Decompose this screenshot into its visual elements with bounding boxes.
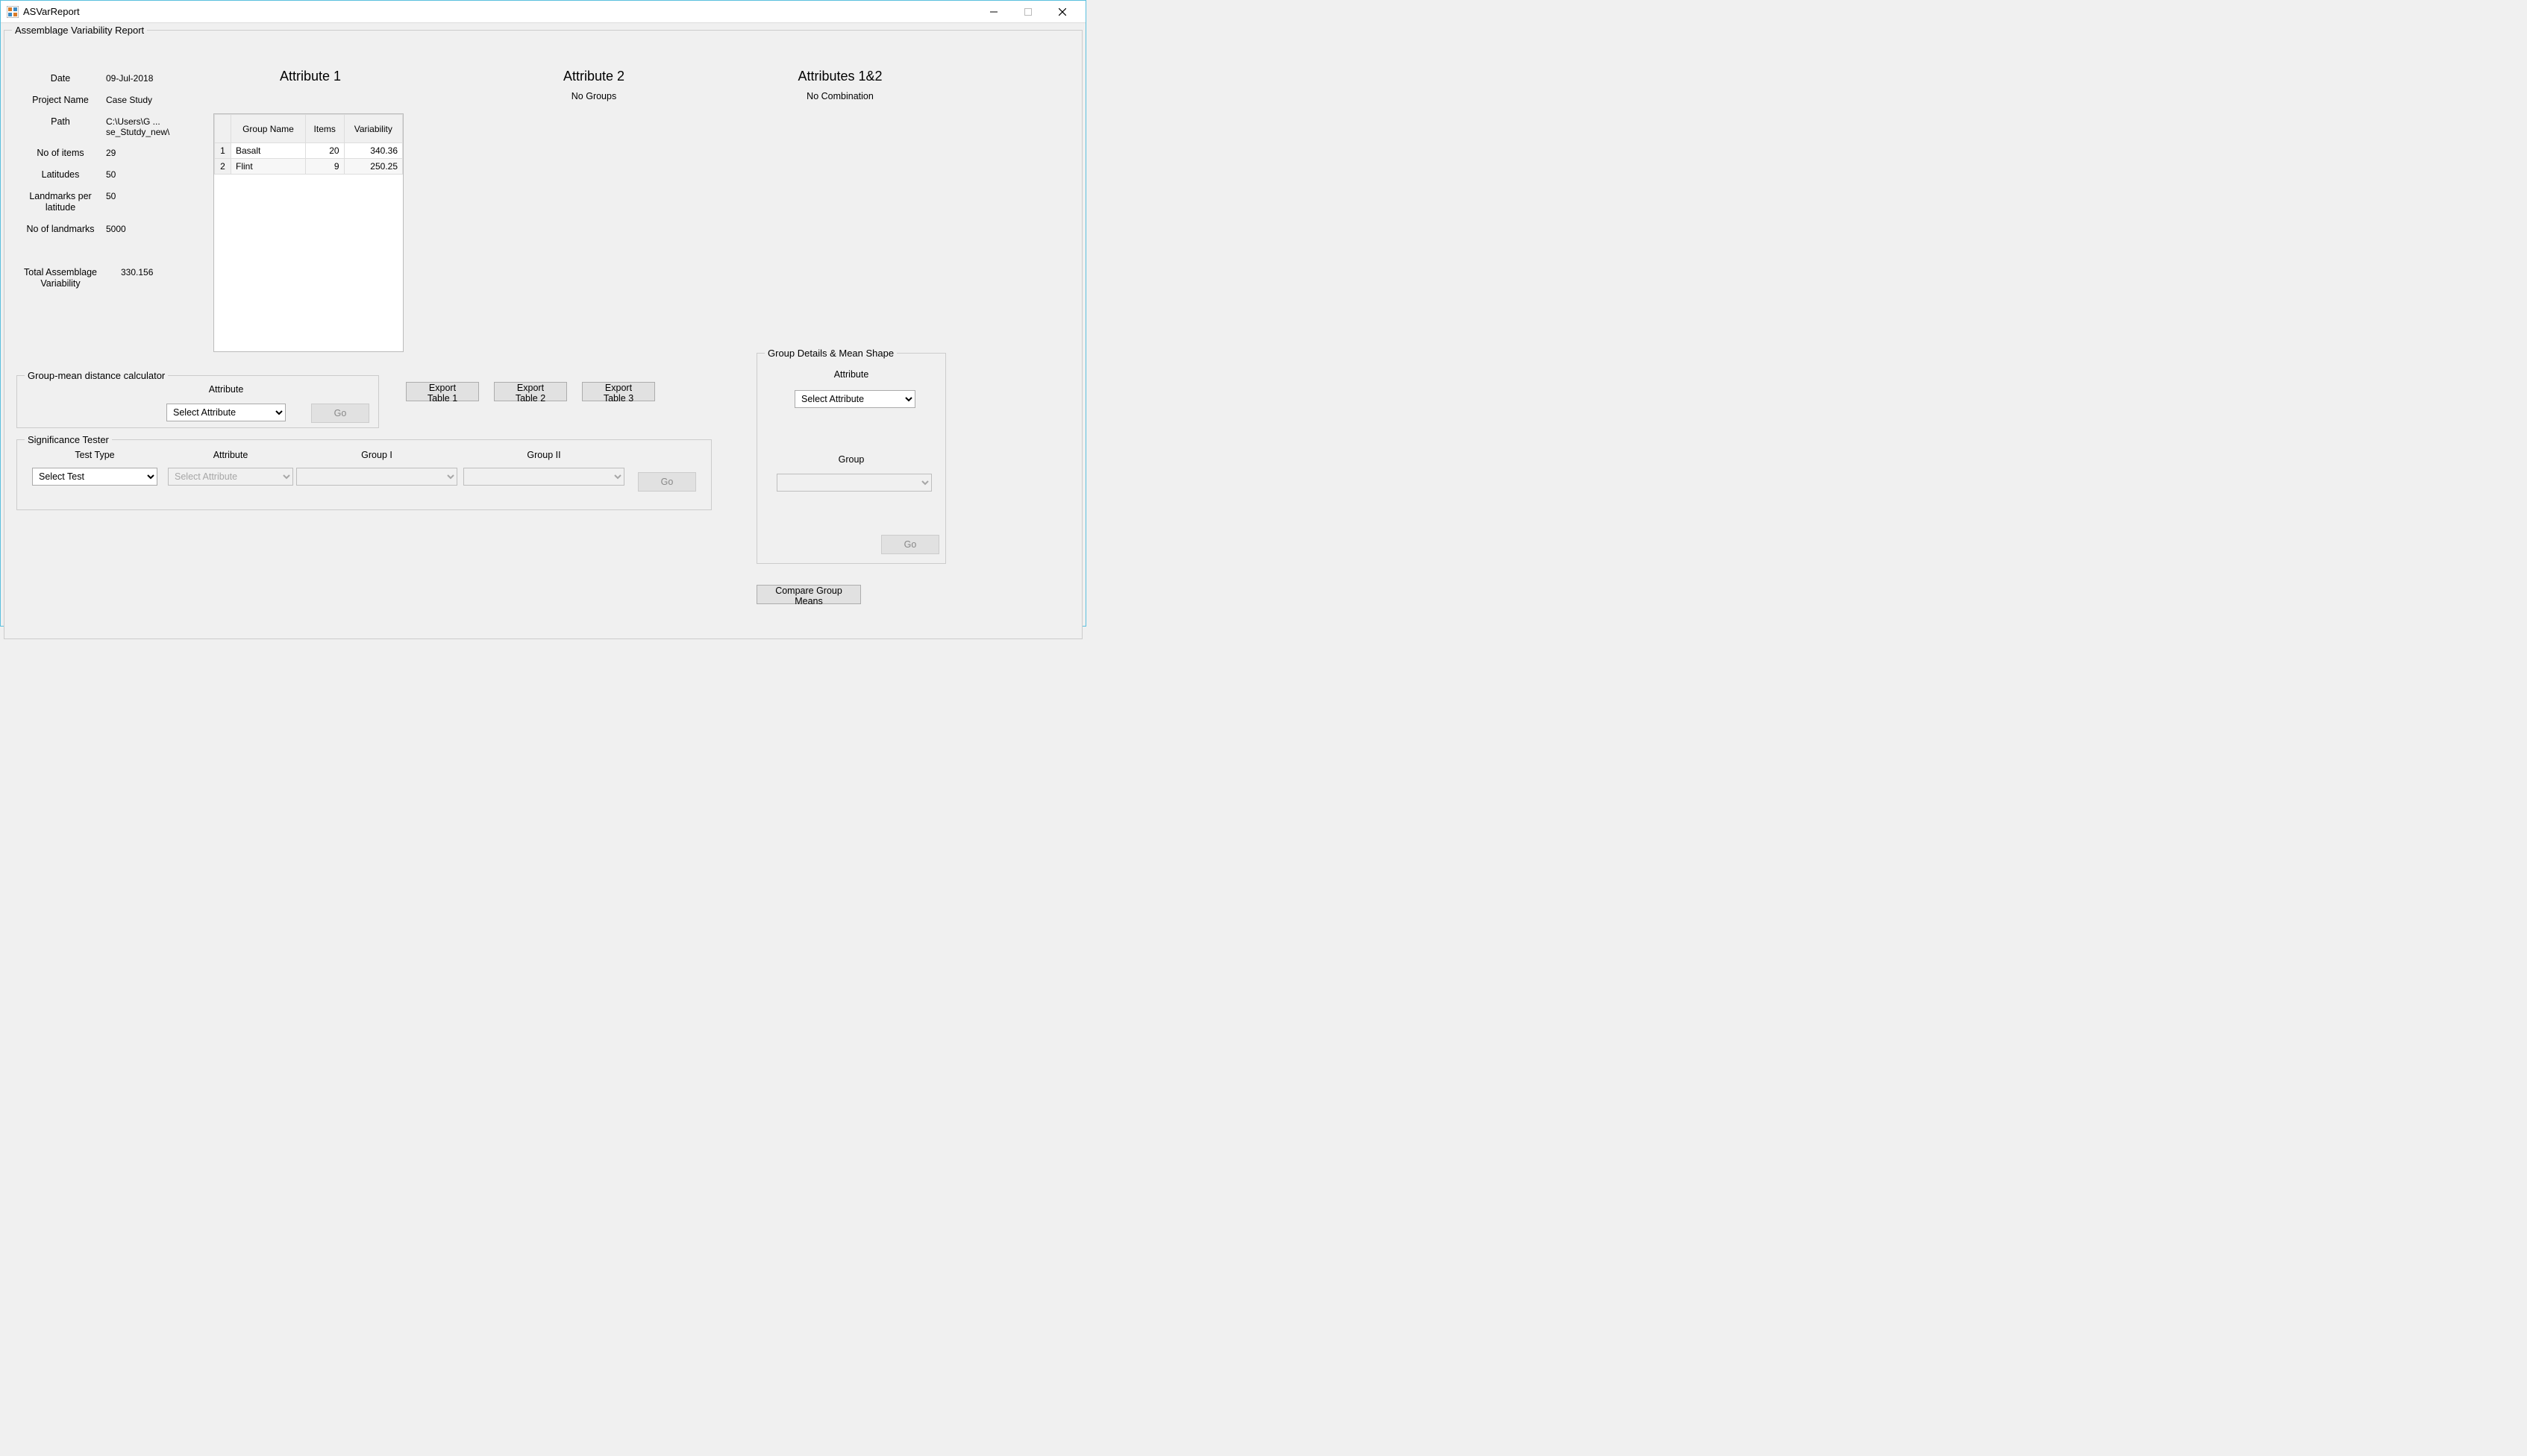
main-panel: Assemblage Variability Report Date 09-Ju… xyxy=(4,25,1083,639)
maximize-button[interactable] xyxy=(1011,1,1045,23)
gd-group-select[interactable] xyxy=(777,474,932,492)
meta-label-project: Project Name xyxy=(19,95,101,106)
meta-value-project: Case Study xyxy=(101,95,213,105)
export-table2-button[interactable]: Export Table 2 xyxy=(494,382,567,401)
main-panel-legend: Assemblage Variability Report xyxy=(12,25,147,36)
gm-attribute-select[interactable]: Select Attribute xyxy=(166,404,286,421)
table-row[interactable]: 1 Basalt 20 340.36 xyxy=(215,143,403,159)
meta-value-lat: 50 xyxy=(101,169,213,180)
content-area: Assemblage Variability Report Date 09-Ju… xyxy=(1,23,1086,626)
app-icon xyxy=(7,6,19,18)
meta-label-lmk: No of landmarks xyxy=(19,224,101,235)
window-controls xyxy=(977,1,1080,23)
gm-go-button[interactable]: Go xyxy=(311,404,369,423)
meta-value-date: 09-Jul-2018 xyxy=(101,73,213,84)
titlebar: ASVarReport xyxy=(1,1,1086,23)
meta-label-lat: Latitudes xyxy=(19,169,101,181)
window-title: ASVarReport xyxy=(23,6,80,17)
col-variability[interactable]: Variability xyxy=(344,115,402,143)
meta-label-path: Path xyxy=(19,116,101,128)
sig-group2-label: Group II xyxy=(463,450,624,460)
sig-test-select[interactable]: Select Test xyxy=(32,468,157,486)
sig-group1-label: Group I xyxy=(296,450,457,460)
cell-items[interactable]: 20 xyxy=(305,143,344,159)
meta-label-items: No of items xyxy=(19,148,101,159)
meta-value-tav: 330.156 xyxy=(101,267,213,289)
cell-var[interactable]: 340.36 xyxy=(344,143,402,159)
cell-items[interactable]: 9 xyxy=(305,159,344,175)
gm-attribute-label: Attribute xyxy=(166,384,286,395)
rownum: 1 xyxy=(215,143,231,159)
attribute12-nocombo: No Combination xyxy=(728,91,952,101)
sig-test-label: Test Type xyxy=(32,450,157,460)
gd-go-button[interactable]: Go xyxy=(881,535,939,554)
meta-label-date: Date xyxy=(19,73,101,84)
sig-group1-select[interactable] xyxy=(296,468,457,486)
metadata-block: Date 09-Jul-2018 Project Name Case Study… xyxy=(19,73,213,245)
significance-legend: Significance Tester xyxy=(25,434,112,445)
group-details-panel: Group Details & Mean Shape Attribute Sel… xyxy=(757,348,946,564)
attribute12-header: Attributes 1&2 xyxy=(728,69,952,84)
sig-attr-select[interactable]: Select Attribute xyxy=(168,468,293,486)
gd-group-label: Group xyxy=(757,454,945,465)
sig-attr-label: Attribute xyxy=(168,450,293,460)
meta-label-lpl: Landmarks per latitude xyxy=(19,191,101,213)
meta-value-items: 29 xyxy=(101,148,213,158)
attribute1-table[interactable]: Group Name Items Variability 1 Basalt 20… xyxy=(213,113,404,352)
export-table1-button[interactable]: Export Table 1 xyxy=(406,382,479,401)
app-window: ASVarReport Assemblage Variability Repor… xyxy=(0,0,1086,627)
total-variability: Total Assemblage Variability 330.156 xyxy=(19,267,213,289)
export-table3-button[interactable]: Export Table 3 xyxy=(582,382,655,401)
group-mean-legend: Group-mean distance calculator xyxy=(25,370,168,381)
table-row[interactable]: 2 Flint 9 250.25 xyxy=(215,159,403,175)
meta-value-lmk: 5000 xyxy=(101,224,213,234)
export-buttons: Export Table 1 Export Table 2 Export Tab… xyxy=(406,382,655,401)
group-mean-panel: Group-mean distance calculator Attribute… xyxy=(16,370,379,428)
attribute1-header: Attribute 1 xyxy=(198,69,422,84)
compare-group-means-button[interactable]: Compare Group Means xyxy=(757,585,861,604)
col-items[interactable]: Items xyxy=(305,115,344,143)
meta-value-lpl: 50 xyxy=(101,191,213,201)
attribute2-header: Attribute 2 xyxy=(482,69,706,84)
significance-panel: Significance Tester Test Type Select Tes… xyxy=(16,434,712,510)
rownum: 2 xyxy=(215,159,231,175)
group-details-legend: Group Details & Mean Shape xyxy=(765,348,897,359)
close-button[interactable] xyxy=(1045,1,1080,23)
sig-group2-select[interactable] xyxy=(463,468,624,486)
minimize-button[interactable] xyxy=(977,1,1011,23)
col-group-name[interactable]: Group Name xyxy=(231,115,306,143)
rownum-header xyxy=(215,115,231,143)
gd-attribute-select[interactable]: Select Attribute xyxy=(795,390,915,408)
cell-var[interactable]: 250.25 xyxy=(344,159,402,175)
attribute2-nogroups: No Groups xyxy=(482,91,706,101)
cell-name[interactable]: Flint xyxy=(231,159,306,175)
sig-go-button[interactable]: Go xyxy=(638,472,696,492)
cell-name[interactable]: Basalt xyxy=(231,143,306,159)
meta-label-tav: Total Assemblage Variability xyxy=(19,267,101,289)
gd-attribute-label: Attribute xyxy=(757,369,945,380)
meta-value-path: C:\Users\G ... se_Stutdy_new\ xyxy=(101,116,213,137)
